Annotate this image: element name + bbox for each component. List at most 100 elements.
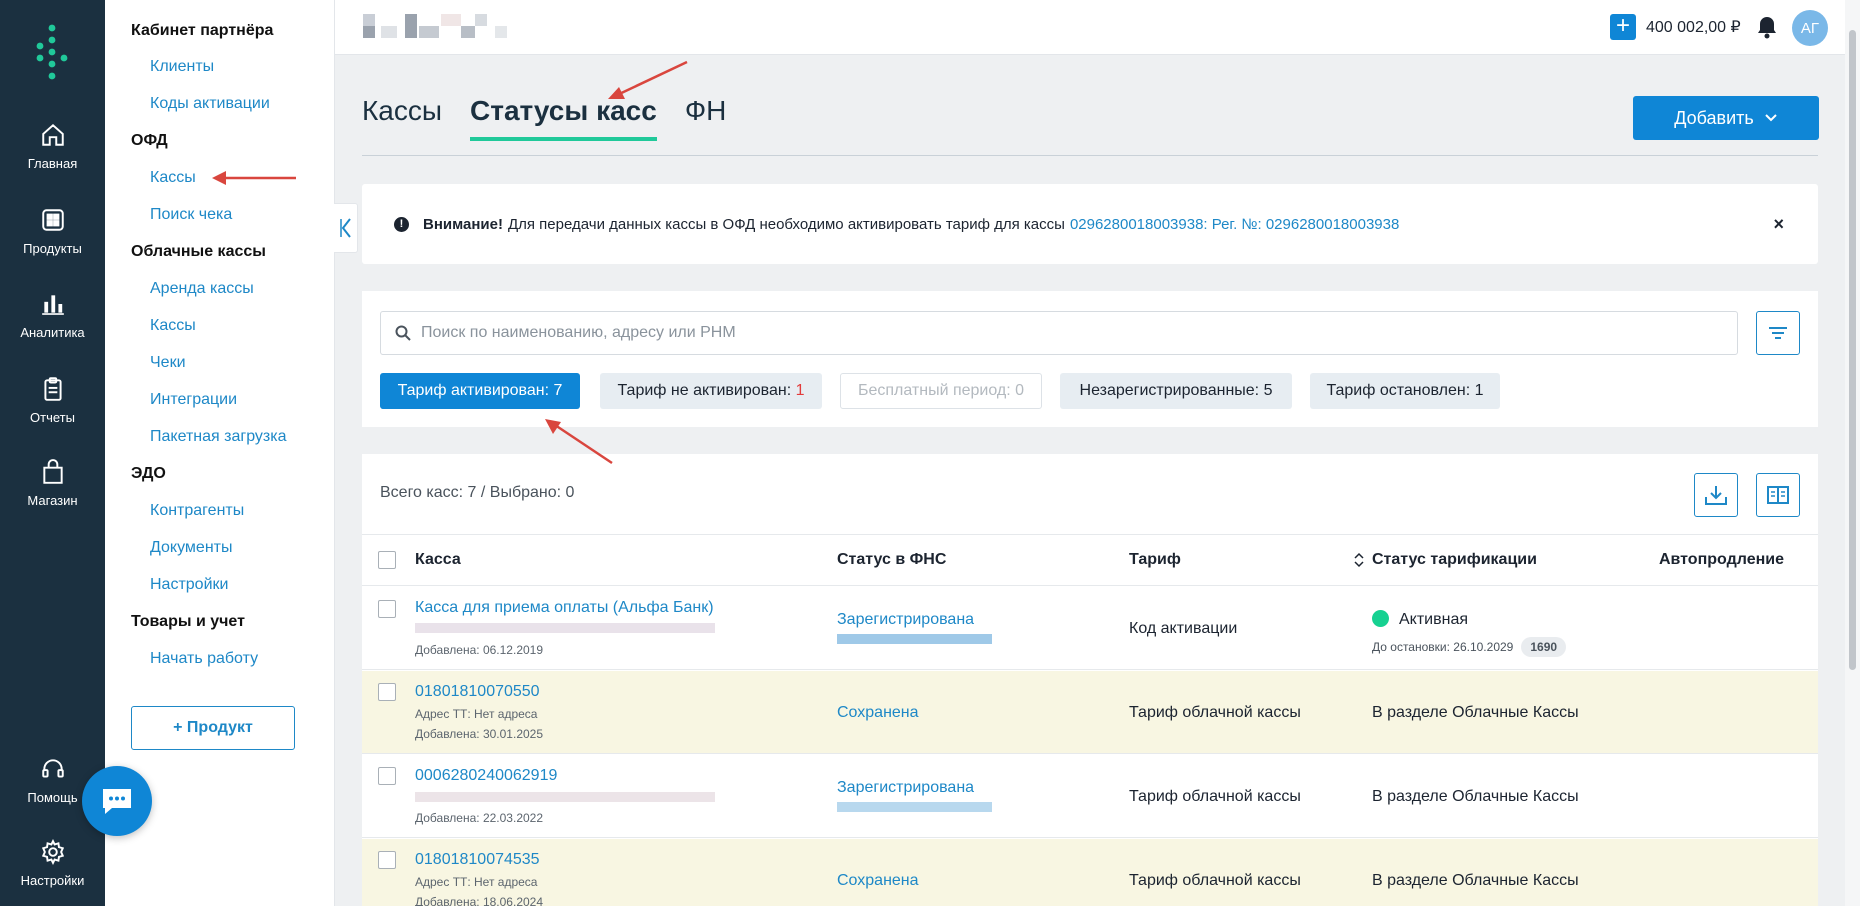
add-product-button[interactable]: + Продукт xyxy=(131,706,295,750)
search-placeholder: Поиск по наименованию, адресу или РНМ xyxy=(421,324,736,341)
row-checkbox[interactable] xyxy=(378,600,396,618)
chip-tariff-activated[interactable]: Тариф активирован: 7 xyxy=(380,373,580,409)
column-header[interactable]: Статус в ФНС xyxy=(837,551,946,569)
top-up-balance-button[interactable]: + xyxy=(1610,14,1636,40)
redacted-block xyxy=(475,14,487,26)
kassa-name-link[interactable]: 01801810070550 xyxy=(415,683,540,701)
nav-link-activation-codes[interactable]: Коды активации xyxy=(150,95,270,113)
nav-link-documents[interactable]: Документы xyxy=(150,539,232,557)
nav-link-ofd-kassy[interactable]: Кассы xyxy=(150,169,196,187)
row-checkbox[interactable] xyxy=(378,767,396,785)
tab-kassy[interactable]: Кассы xyxy=(362,95,442,141)
chip-tariff-stopped[interactable]: Тариф остановлен: 1 xyxy=(1310,373,1500,409)
chip-tariff-not-activated[interactable]: Тариф не активирован: 1 xyxy=(600,373,822,409)
rail-item-shop[interactable]: Магазин xyxy=(0,459,105,508)
table-row[interactable]: 01801810070550 Адрес ТТ: Нет адреса Доба… xyxy=(362,671,1818,754)
tariff-value: Тариф облачной кассы xyxy=(1129,704,1301,721)
logo-icon[interactable] xyxy=(30,22,74,82)
exclamation-icon: ! xyxy=(394,216,409,232)
table-header: Касса Статус в ФНС Тариф Статус тарифика… xyxy=(362,534,1818,586)
filters-panel: Поиск по наименованию, адресу или РНМ Та… xyxy=(362,291,1818,427)
add-button-label: Добавить xyxy=(1674,107,1754,128)
filter-button[interactable] xyxy=(1756,311,1800,355)
fns-status-link[interactable]: Зарегистрирована xyxy=(837,779,974,797)
redacted-block xyxy=(419,26,439,38)
rail-item-products[interactable]: Продукты xyxy=(0,207,105,256)
chat-bubble-icon xyxy=(103,789,131,814)
column-header[interactable]: Статус тарификации xyxy=(1372,551,1537,569)
row-checkbox[interactable] xyxy=(378,683,396,701)
alert-kassa-link[interactable]: 0296280018003938: Рег. №: 02962800180039… xyxy=(1070,216,1399,233)
add-dropdown-button[interactable]: Добавить xyxy=(1633,96,1819,140)
redacted-reg-number xyxy=(837,634,992,644)
chat-button[interactable] xyxy=(82,766,152,836)
secondary-nav: Кабинет партнёра Клиенты Коды активации … xyxy=(105,0,335,906)
table-row[interactable]: Касса для приема оплаты (Альфа Банк) Доб… xyxy=(362,587,1818,670)
rail-item-home[interactable]: Главная xyxy=(0,122,105,171)
chip-free-period: Бесплатный период: 0 xyxy=(840,373,1042,409)
chip-label: Тариф не активирован: xyxy=(617,382,792,399)
redacted-address xyxy=(415,623,715,633)
kassa-added-date: Добавлена: 18.06.2024 xyxy=(415,895,544,906)
chevron-left-icon xyxy=(339,218,351,238)
chip-count: 5 xyxy=(1263,382,1273,399)
fns-status-link[interactable]: Сохранена xyxy=(837,704,919,722)
fns-status-link[interactable]: Сохранена xyxy=(837,872,919,890)
nav-link-integrations[interactable]: Интеграции xyxy=(150,391,237,409)
table-row[interactable]: 01801810074535 Адрес ТТ: Нет адреса Доба… xyxy=(362,839,1818,906)
nav-link-clients[interactable]: Клиенты xyxy=(150,58,214,76)
chip-count: 7 xyxy=(553,382,563,399)
rail-item-analytics[interactable]: Аналитика xyxy=(0,291,105,340)
row-checkbox[interactable] xyxy=(378,851,396,869)
chip-label: Незарегистрированные: xyxy=(1079,382,1260,399)
user-avatar[interactable]: АГ xyxy=(1792,10,1828,46)
kassa-added-date: Добавлена: 06.12.2019 xyxy=(415,643,544,657)
days-left-badge: 1690 xyxy=(1521,637,1567,657)
kassa-name-link[interactable]: Касса для приема оплаты (Альфа Банк) xyxy=(415,599,714,617)
kassa-added-date: Добавлена: 22.03.2022 xyxy=(415,811,544,825)
nav-link-receipt-search[interactable]: Поиск чека xyxy=(150,206,232,224)
scrollbar-thumb[interactable] xyxy=(1849,30,1856,670)
rail-item-settings[interactable]: Настройки xyxy=(0,839,105,888)
column-header[interactable]: Тариф xyxy=(1129,551,1181,569)
redacted-block xyxy=(363,14,375,26)
columns-settings-button[interactable] xyxy=(1756,473,1800,517)
search-input[interactable]: Поиск по наименованию, адресу или РНМ xyxy=(380,311,1738,355)
redacted-block xyxy=(405,14,417,38)
collapse-sidebar-button[interactable] xyxy=(334,203,358,253)
kassa-address: Адрес ТТ: Нет адреса xyxy=(415,707,538,721)
balance-amount: 400 002,00 ₽ xyxy=(1646,19,1741,36)
nav-link-rent-kassa[interactable]: Аренда кассы xyxy=(150,280,254,298)
select-all-checkbox[interactable] xyxy=(378,551,396,569)
nav-link-get-started[interactable]: Начать работу xyxy=(150,650,258,668)
sort-icon[interactable] xyxy=(1354,552,1364,568)
fns-status-link[interactable]: Зарегистрирована xyxy=(837,611,974,629)
rail-label: Отчеты xyxy=(30,410,75,425)
nav-link-edo-settings[interactable]: Настройки xyxy=(150,576,228,594)
nav-section-title: Кабинет партнёра xyxy=(131,22,274,39)
column-header[interactable]: Автопродление xyxy=(1659,551,1784,569)
close-alert-button[interactable]: × xyxy=(1773,214,1784,235)
rail-item-reports[interactable]: Отчеты xyxy=(0,376,105,425)
redacted-block xyxy=(363,26,375,38)
tab-statusy-kass[interactable]: Статусы касс xyxy=(470,95,657,141)
left-rail: Главная Продукты Аналитика Отчеты Магази… xyxy=(0,0,105,906)
bell-icon[interactable] xyxy=(1756,15,1778,39)
chip-unregistered[interactable]: Незарегистрированные: 5 xyxy=(1060,373,1292,409)
nav-link-receipts[interactable]: Чеки xyxy=(150,354,186,372)
kassa-name-link[interactable]: 0006280240062919 xyxy=(415,767,557,785)
table-row[interactable]: 0006280240062919 Добавлена: 22.03.2022 З… xyxy=(362,755,1818,838)
redacted-block xyxy=(461,26,475,38)
nav-link-counterparties[interactable]: Контрагенты xyxy=(150,502,244,520)
column-header[interactable]: Касса xyxy=(415,551,461,569)
rail-label: Магазин xyxy=(27,493,78,508)
tab-fn[interactable]: ФН xyxy=(685,95,727,141)
nav-link-cloud-kassy[interactable]: Кассы xyxy=(150,317,196,335)
nav-link-batch-upload[interactable]: Пакетная загрузка xyxy=(150,428,287,446)
download-button[interactable] xyxy=(1694,473,1738,517)
kassa-name-link[interactable]: 01801810074535 xyxy=(415,851,540,869)
columns-icon xyxy=(1767,486,1789,504)
filter-icon xyxy=(1769,327,1787,339)
chip-count: 1 xyxy=(1474,382,1484,399)
grid-icon xyxy=(41,209,64,231)
